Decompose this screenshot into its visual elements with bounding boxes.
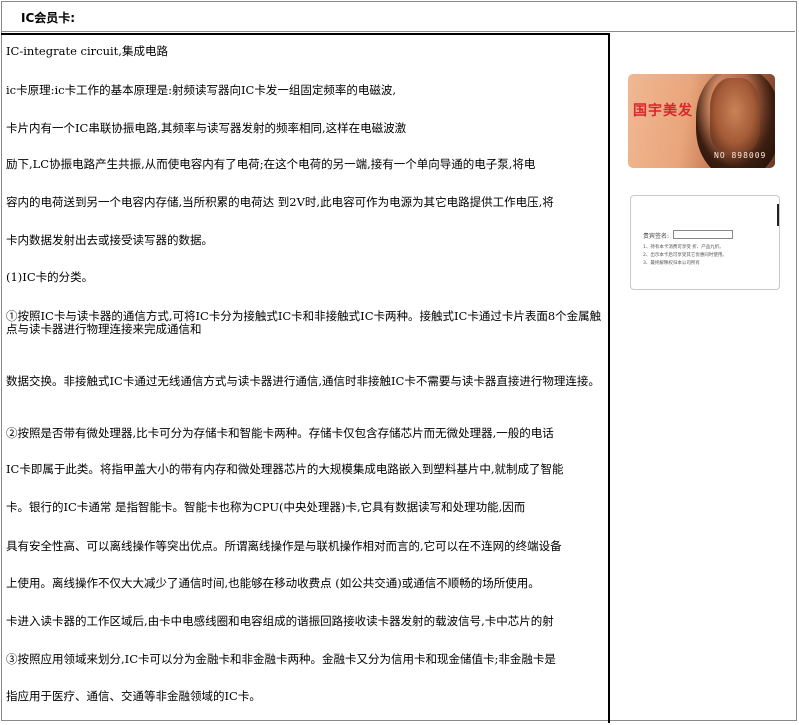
signature-box xyxy=(673,230,733,239)
section-header: IC会员卡: xyxy=(1,1,795,32)
text-line: 励下,LC协振电路产生共振,从而使电容内有了电荷;在这个电荷的另一端,接有一个单… xyxy=(6,157,536,171)
card-number-text: NO 898009 xyxy=(714,151,767,160)
member-card-back-image: 贵宾签名: 1、持有本卡消费可享受 折、产品九折。 2、出示本卡后可享受其它优惠… xyxy=(630,195,780,290)
text-paragraph: 数据交换。非接触式IC卡通过无线通信方式与读卡器进行通信,通信时非接触IC卡不需… xyxy=(6,374,600,388)
section-title: IC会员卡: xyxy=(21,11,76,25)
text-line: IC卡即属于此类。将指甲盖大小的带有内存和微处理器芯片的大规模集成电路嵌入到塑料… xyxy=(6,462,564,476)
card-note: 2、出示本卡后可享受其它优惠同时使用。 xyxy=(643,253,727,258)
text-line: ②按照是否带有微处理器,比卡可分为存储卡和智能卡两种。存储卡仅包含存储芯片而无微… xyxy=(6,426,554,440)
card-brand-text: 国宇美发 xyxy=(633,103,693,119)
signature-label: 贵宾签名: xyxy=(643,233,670,240)
text-line: 卡内数据发射出去或接受读写器的数据。 xyxy=(6,233,213,247)
text-line: 容内的电荷送到另一个电容内存储,当所积累的电荷达 到2V时,此电容可作为电源为其… xyxy=(6,195,554,209)
text-line: 卡进入读卡器的工作区域后,由卡中电感线圈和电容组成的谐振回路接收读卡器发射的载波… xyxy=(6,614,554,628)
member-card-front-image: 国宇美发 NO 898009 xyxy=(628,74,775,168)
text-line: ic卡原理:ic卡工作的基本原理是:射频读写器向IC卡发一组固定频率的电磁波, xyxy=(6,83,396,97)
text-line: (1)IC卡的分类。 xyxy=(6,270,94,284)
text-line: 卡。银行的IC卡通常 是指智能卡。智能卡也称为CPU(中央处理器)卡,它具有数据… xyxy=(6,500,526,514)
card-stripe xyxy=(777,204,779,226)
text-line: 指应用于医疗、通信、交通等非金融领域的IC卡。 xyxy=(6,689,261,703)
text-line: IC-integrate circuit,集成电路 xyxy=(6,44,168,58)
card-note: 3、最终解释权归本公司所有 xyxy=(643,261,700,266)
text-line: 上使用。离线操作不仅大大减少了通信时间,也能够在移动收费点 (如公共交通)或通信… xyxy=(6,576,540,590)
text-paragraph: ①按照IC卡与读卡器的通信方式,可将IC卡分为接触式IC卡和非接触式IC卡两种。… xyxy=(6,309,602,336)
card-note: 1、持有本卡消费可享受 折、产品九折。 xyxy=(643,245,724,250)
text-line: 卡片内有一个IC串联协振电路,其频率与读写器发射的频率相同,这样在电磁波激 xyxy=(6,121,407,135)
text-line: ③按照应用领域来划分,IC卡可以分为金融卡和非金融卡两种。金融卡又分为信用卡和现… xyxy=(6,652,556,666)
text-line: 具有安全性高、可以离线操作等突出优点。所谓离线操作是与联机操作相对而言的,它可以… xyxy=(6,539,562,553)
